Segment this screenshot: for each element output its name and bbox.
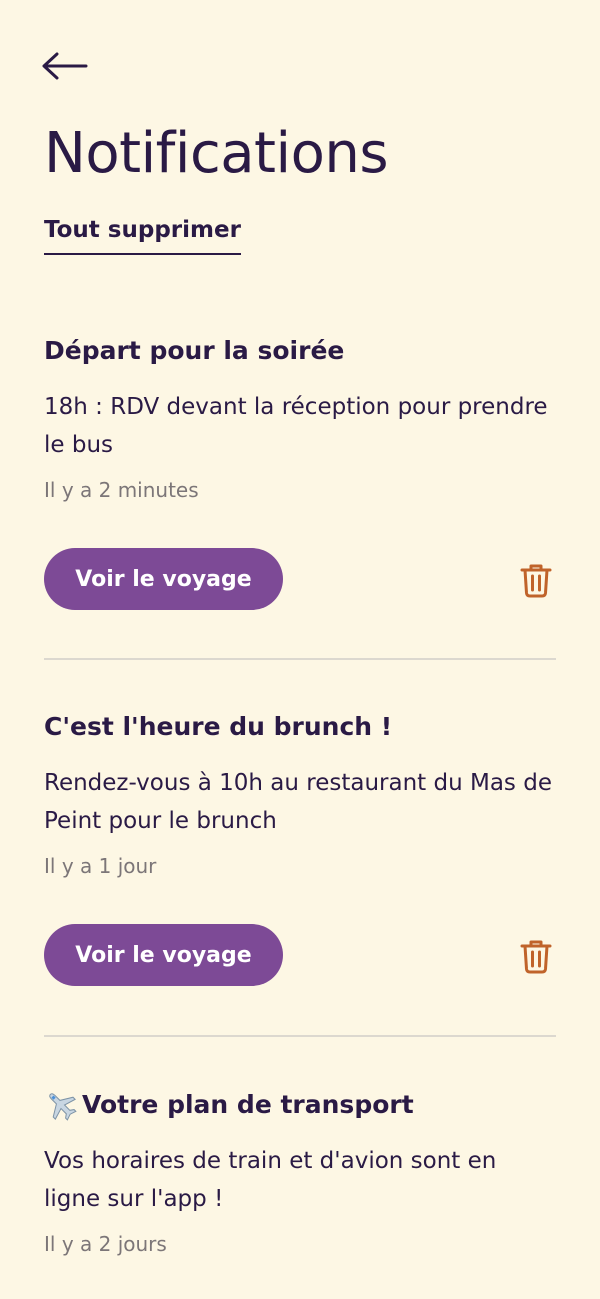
notification-item: C'est l'heure du brunch ! Rendez-vous à … xyxy=(44,710,556,986)
page-title: Notifications xyxy=(44,121,389,186)
notification-title: Départ pour la soirée xyxy=(44,336,345,365)
arrow-left-icon xyxy=(42,52,88,80)
delete-notification-button[interactable] xyxy=(516,936,556,976)
delete-notification-button[interactable] xyxy=(516,560,556,600)
notification-body: Vos horaires de train et d'avion sont en… xyxy=(44,1148,497,1212)
notification-timestamp: Il y a 2 minutes xyxy=(44,478,199,502)
notification-timestamp: Il y a 1 jour xyxy=(44,854,157,878)
notification-item: Départ pour la soirée 18h : RDV devant l… xyxy=(44,334,556,610)
divider xyxy=(44,1035,556,1037)
notification-body: 18h : RDV devant la réception pour prend… xyxy=(44,394,548,458)
view-trip-button[interactable]: Voir le voyage xyxy=(44,548,283,610)
notification-title-row: Votre plan de transport xyxy=(44,1088,556,1122)
notification-body: Rendez-vous à 10h au restaurant du Mas d… xyxy=(44,770,552,834)
trash-icon xyxy=(520,940,552,974)
back-button[interactable] xyxy=(40,46,94,86)
notification-actions: Voir le voyage xyxy=(44,548,556,610)
notifications-screen: Notifications Tout supprimer Départ pour… xyxy=(0,0,600,1299)
clear-all-link[interactable]: Tout supprimer xyxy=(44,215,241,255)
trash-icon xyxy=(520,564,552,598)
notification-item: Votre plan de transport Vos horaires de … xyxy=(44,1088,556,1258)
notification-timestamp: Il y a 2 jours xyxy=(44,1232,167,1256)
notification-actions: Voir le voyage xyxy=(44,924,556,986)
view-trip-button[interactable]: Voir le voyage xyxy=(44,924,283,986)
notification-title: C'est l'heure du brunch ! xyxy=(44,712,393,741)
airplane-emoji-icon xyxy=(49,1093,77,1121)
divider xyxy=(44,658,556,660)
notification-title: Votre plan de transport xyxy=(82,1090,414,1119)
